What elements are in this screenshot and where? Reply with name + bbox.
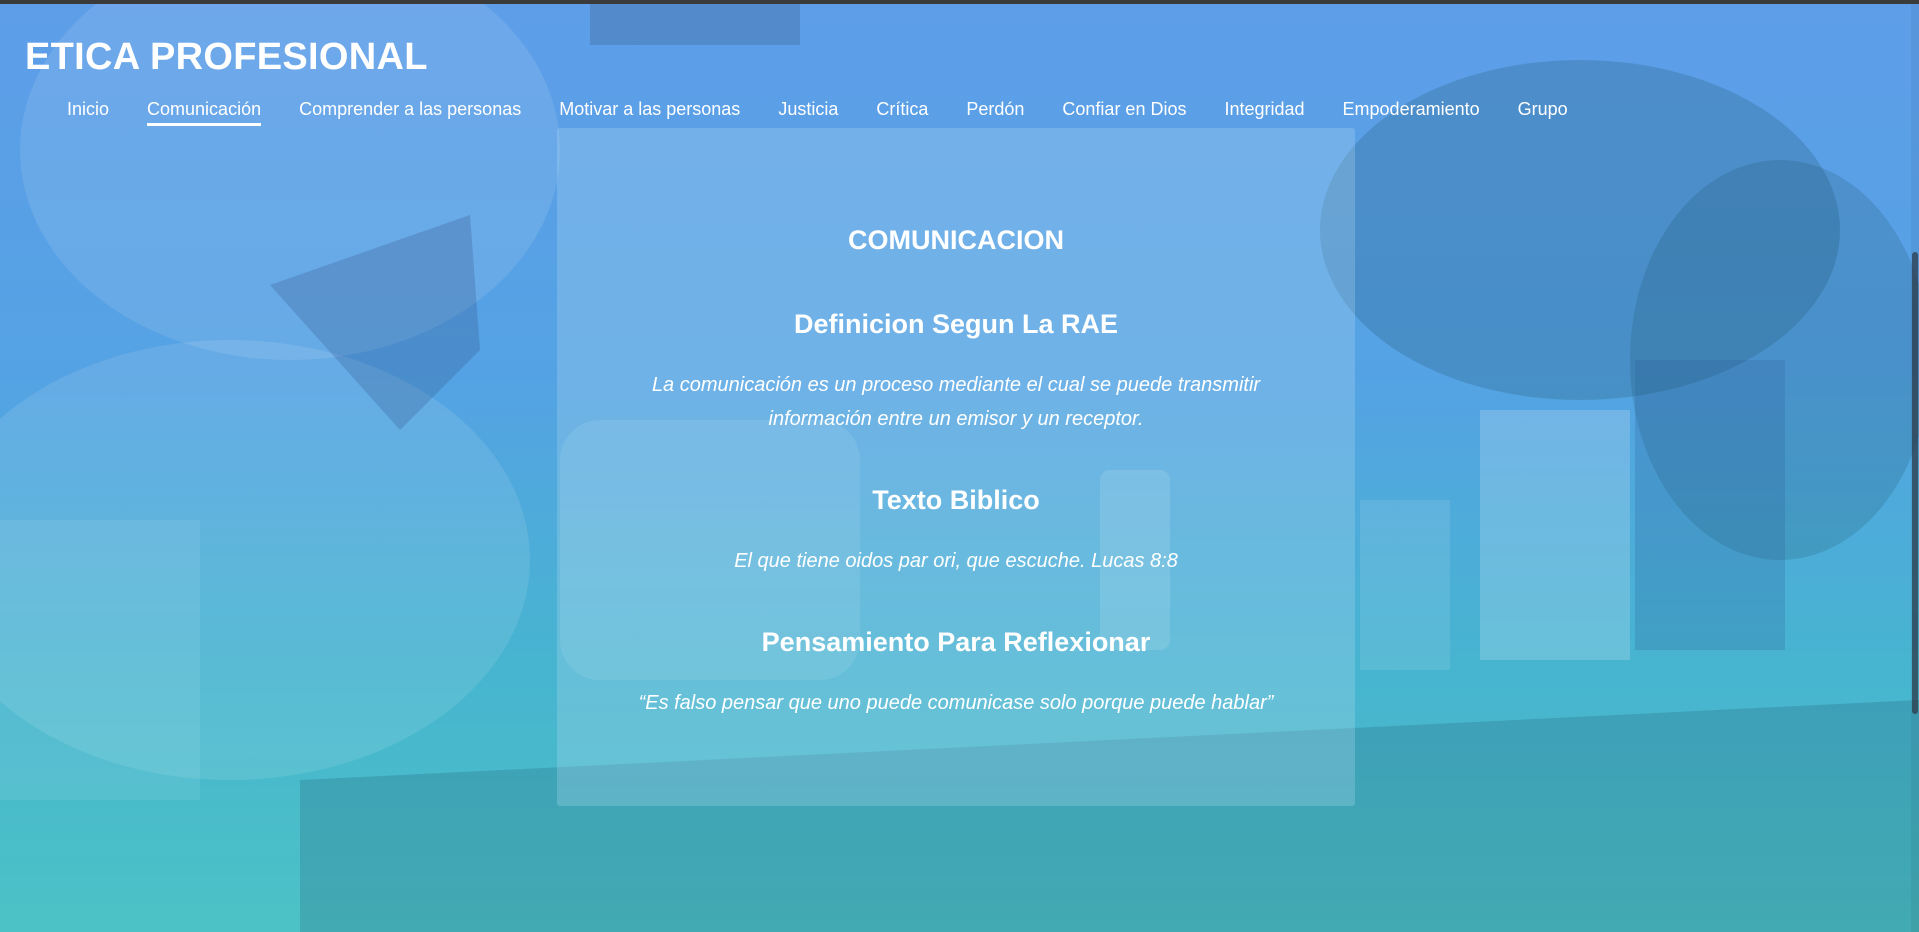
nav-item-justicia[interactable]: Justicia bbox=[759, 97, 857, 133]
nav-item-critica[interactable]: Crítica bbox=[857, 97, 947, 133]
nav-item-motivar[interactable]: Motivar a las personas bbox=[540, 97, 759, 133]
nav-item-perdon[interactable]: Perdón bbox=[947, 97, 1043, 133]
nav-item-grupo[interactable]: Grupo bbox=[1499, 97, 1587, 133]
reflection-title: Pensamiento Para Reflexionar bbox=[761, 627, 1151, 657]
nav-item-integridad[interactable]: Integridad bbox=[1205, 97, 1323, 133]
definition-title: Definicion Segun La RAE bbox=[793, 309, 1119, 339]
browser-top-strip bbox=[0, 0, 1919, 4]
nav-item-empoderamiento[interactable]: Empoderamiento bbox=[1324, 97, 1499, 133]
bible-text: El que tiene oidos par ori, que escuche.… bbox=[734, 550, 1178, 572]
definition-text: La comunicación es un proceso mediante e… bbox=[651, 374, 1261, 430]
reflection-text: “Es falso pensar que uno puede comunicas… bbox=[638, 692, 1274, 714]
bible-title: Texto Biblico bbox=[872, 485, 1040, 515]
content-card: COMUNICACION Definicion Segun La RAE La … bbox=[557, 128, 1355, 806]
nav-item-comunicacion[interactable]: Comunicación bbox=[128, 97, 280, 133]
nav-item-confiar-en-dios[interactable]: Confiar en Dios bbox=[1043, 97, 1205, 133]
page: ETICA PROFESIONAL Inicio Comunicación Co… bbox=[0, 0, 1919, 932]
nav-item-inicio[interactable]: Inicio bbox=[48, 97, 128, 133]
page-heading: COMUNICACION bbox=[848, 225, 1064, 255]
nav-item-comprender[interactable]: Comprender a las personas bbox=[280, 97, 540, 133]
main-nav: Inicio Comunicación Comprender a las per… bbox=[48, 97, 1587, 133]
site-title[interactable]: ETICA PROFESIONAL bbox=[25, 36, 428, 79]
scrollbar[interactable] bbox=[1911, 4, 1919, 932]
scrollbar-thumb[interactable] bbox=[1912, 252, 1918, 714]
